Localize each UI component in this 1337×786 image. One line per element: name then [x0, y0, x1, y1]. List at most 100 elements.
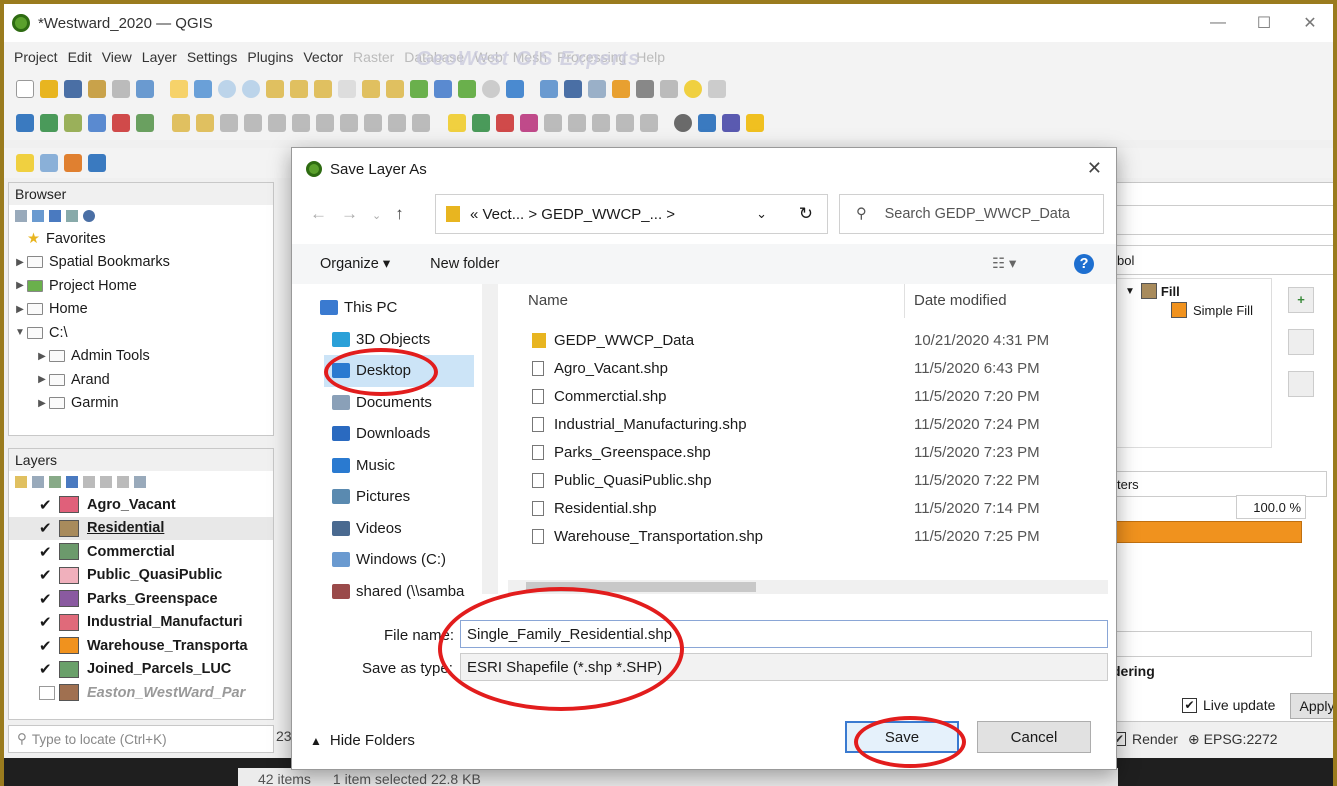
add-mesh-layer-icon[interactable] [88, 114, 106, 132]
cancel-button[interactable]: Cancel [977, 721, 1091, 753]
renderer-selector[interactable]: bol [1112, 245, 1333, 275]
layer-item[interactable]: ✔ Residential [9, 516, 273, 540]
menu-vector[interactable]: Vector [303, 49, 343, 65]
column-name[interactable]: Name [528, 292, 568, 309]
organize-button[interactable]: Organize ▾ [320, 256, 390, 272]
delete-selected-icon[interactable] [292, 114, 310, 132]
layer-item[interactable]: ✔ Warehouse_Transporta [9, 634, 273, 658]
plugin-icon[interactable] [674, 114, 692, 132]
expand-icon[interactable]: ▶ [35, 398, 49, 409]
maximize-icon[interactable]: ☐ [1241, 4, 1287, 42]
open-project-icon[interactable] [40, 80, 58, 98]
new-project-icon[interactable] [16, 80, 34, 98]
expand-icon[interactable]: ▶ [35, 374, 49, 385]
chevron-down-icon[interactable]: ⌄ [756, 206, 767, 222]
minimize-icon[interactable]: — [1195, 4, 1241, 42]
save-edits-icon[interactable] [220, 114, 238, 132]
add-raster-layer-icon[interactable] [64, 114, 82, 132]
file-row[interactable]: Residential.shp 11/5/2020 7:14 PM [502, 494, 1114, 522]
layer-item[interactable]: ✔ Joined_Parcels_LUC [9, 658, 273, 682]
locate-input[interactable]: Type to locate (Ctrl+K) [32, 732, 167, 747]
python-console-icon[interactable] [698, 114, 716, 132]
zoom-layer-icon[interactable] [314, 80, 332, 98]
browser-item-bookmarks[interactable]: ▶ Spatial Bookmarks [13, 251, 273, 275]
manage-map-themes-icon[interactable] [49, 476, 61, 488]
filter-expression-icon[interactable] [83, 476, 95, 488]
layer-visibility-checkbox[interactable]: ✔ [39, 637, 55, 655]
zoom-out-icon[interactable] [242, 80, 260, 98]
column-date[interactable]: Date modified [914, 292, 1007, 309]
layer-visibility-checkbox[interactable]: ✔ [39, 660, 55, 678]
map-tips-icon[interactable] [684, 80, 702, 98]
select-features-icon[interactable] [16, 154, 34, 172]
redo-icon[interactable] [412, 114, 430, 132]
temporal-icon[interactable] [482, 80, 500, 98]
menu-help[interactable]: Help [636, 49, 665, 65]
file-row[interactable]: Warehouse_Transportation.shp 11/5/2020 7:… [502, 522, 1114, 550]
cut-features-icon[interactable] [316, 114, 334, 132]
crs-label[interactable]: EPSG:2272 [1204, 731, 1278, 747]
file-row[interactable]: GEDP_WWCP_Data 10/21/2020 4:31 PM [502, 326, 1114, 354]
file-row[interactable]: Agro_Vacant.shp 11/5/2020 6:43 PM [502, 354, 1114, 382]
remove-layer-icon[interactable] [134, 476, 146, 488]
save-project-icon[interactable] [64, 80, 82, 98]
nav-item-videos[interactable]: Videos [332, 513, 500, 545]
refresh-icon[interactable] [506, 80, 524, 98]
label-rotate-icon[interactable] [544, 114, 562, 132]
browser-item-home[interactable]: ▶ Home [13, 298, 273, 322]
collapse-all-layers-icon[interactable] [117, 476, 129, 488]
saved-symbol-selector[interactable] [1112, 631, 1312, 657]
add-group-icon[interactable] [32, 476, 44, 488]
add-vector-layer-icon[interactable] [40, 114, 58, 132]
measure-icon[interactable] [660, 80, 678, 98]
browser-item-project-home[interactable]: ▶ Project Home [13, 274, 273, 298]
unit-selector[interactable]: ters [1112, 471, 1327, 497]
layer-visibility-checkbox[interactable]: ✔ [39, 566, 55, 584]
hide-folders-toggle[interactable]: ▲ Hide Folders [310, 732, 415, 749]
browser-item-arand[interactable]: ▶ Arand [13, 368, 273, 392]
opacity-input[interactable]: 100.0 % [1236, 495, 1306, 519]
file-row[interactable]: Industrial_Manufacturing.shp 11/5/2020 7:… [502, 410, 1114, 438]
browser-item-admin-tools[interactable]: ▶ Admin Tools [13, 345, 273, 369]
pan-icon[interactable] [170, 80, 188, 98]
menu-plugins[interactable]: Plugins [247, 49, 293, 65]
help-icon[interactable] [722, 114, 740, 132]
add-feature-icon[interactable] [244, 114, 262, 132]
identify-icon[interactable] [540, 80, 558, 98]
menu-project[interactable]: Project [14, 49, 58, 65]
collapse-all-icon[interactable] [66, 210, 78, 222]
new-print-layout-icon[interactable] [88, 80, 106, 98]
expand-icon[interactable]: ▶ [13, 257, 27, 268]
expand-icon[interactable]: ▶ [13, 280, 27, 291]
layer-selector[interactable] [1112, 205, 1333, 235]
filter-legend-icon[interactable] [66, 476, 78, 488]
close-icon[interactable]: ✕ [1287, 4, 1333, 42]
new-map-view-icon[interactable] [410, 80, 428, 98]
collapse-icon[interactable]: ▼ [13, 327, 27, 338]
zoom-selection-icon[interactable] [290, 80, 308, 98]
layer-visibility-checkbox[interactable] [39, 685, 55, 700]
pan-to-selection-icon[interactable] [194, 80, 212, 98]
breadcrumb[interactable]: « Vect... > GEDP_WWCP_... > [470, 206, 675, 223]
vertex-tool-icon[interactable] [268, 114, 286, 132]
refresh-icon[interactable]: ↻ [799, 204, 813, 224]
paste-features-icon[interactable] [364, 114, 382, 132]
layer-styling-icon[interactable] [15, 476, 27, 488]
up-icon[interactable]: ↑ [395, 204, 418, 223]
diagram-move-icon[interactable] [616, 114, 634, 132]
layer-visibility-checkbox[interactable]: ✔ [39, 496, 55, 514]
nav-item-music[interactable]: Music [332, 450, 500, 482]
search-box[interactable]: ⚲ Search GEDP_WWCP_Data [839, 194, 1104, 234]
zoom-last-icon[interactable] [362, 80, 380, 98]
layer-item[interactable]: ✔ Parks_Greenspace [9, 587, 273, 611]
address-bar[interactable]: « Vect... > GEDP_WWCP_... > ⌄ ↻ [435, 194, 828, 234]
nav-item-shared-samba[interactable]: shared (\\samba [332, 576, 500, 608]
diagram-pin-icon[interactable] [592, 114, 610, 132]
zoom-next-icon[interactable] [386, 80, 404, 98]
digitize-icon[interactable] [172, 114, 190, 132]
statistics-icon[interactable] [636, 80, 654, 98]
menu-edit[interactable]: Edit [68, 49, 92, 65]
remove-symbol-layer-icon[interactable] [1288, 329, 1314, 355]
layer-item[interactable]: ✔ Public_QuasiPublic [9, 564, 273, 588]
expand-all-icon[interactable] [100, 476, 112, 488]
